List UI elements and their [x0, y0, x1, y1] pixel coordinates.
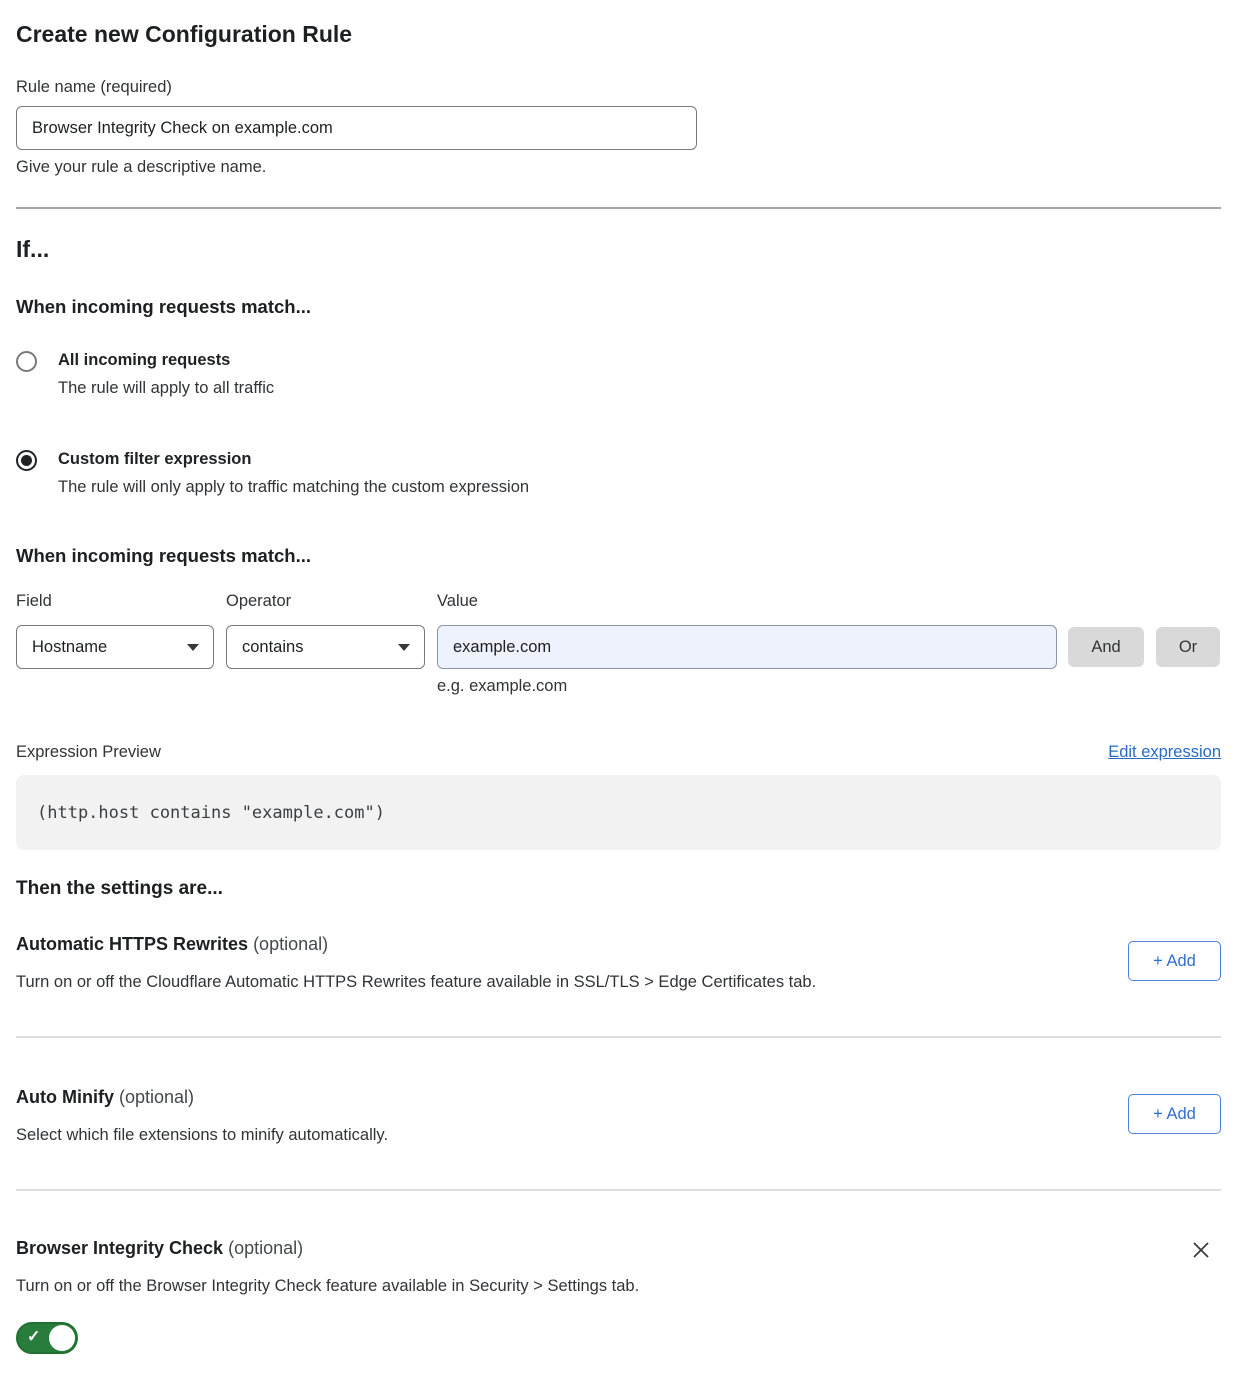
close-icon[interactable]	[1189, 1239, 1213, 1263]
value-input[interactable]	[437, 625, 1057, 669]
value-help: e.g. example.com	[437, 677, 1057, 696]
toggle-knob	[49, 1325, 75, 1351]
setting-title: Auto Minify (optional)	[16, 1086, 388, 1108]
match-heading: When incoming requests match...	[16, 295, 1221, 318]
rule-name-label: Rule name (required)	[16, 78, 1221, 97]
check-icon: ✓	[27, 1329, 40, 1345]
or-button[interactable]: Or	[1156, 627, 1220, 667]
rule-name-input[interactable]	[16, 106, 697, 150]
settings-heading: Then the settings are...	[16, 877, 1221, 900]
setting-title-text: Automatic HTTPS Rewrites	[16, 934, 248, 954]
operator-select-value: contains	[242, 638, 303, 657]
setting-auto-minify: Auto Minify (optional) Select which file…	[16, 1086, 1221, 1145]
create-configuration-rule-form: Create new Configuration Rule Rule name …	[0, 0, 1237, 1373]
page-title: Create new Configuration Rule	[16, 20, 1221, 48]
operator-select[interactable]: contains	[226, 625, 425, 669]
setting-title: Browser Integrity Check (optional)	[16, 1237, 639, 1259]
field-label: Field	[16, 591, 214, 611]
radio-option-all-incoming-requests[interactable]: All incoming requests The rule will appl…	[16, 350, 1221, 399]
radio-description: The rule will only apply to traffic matc…	[58, 477, 529, 498]
setting-optional-text: (optional)	[253, 934, 328, 954]
expression-builder-row: Field Hostname Operator contains Value e…	[16, 591, 1221, 696]
setting-title-text: Auto Minify	[16, 1087, 114, 1107]
expression-builder-heading: When incoming requests match...	[16, 544, 1221, 567]
expression-preview-code: (http.host contains "example.com")	[16, 775, 1221, 850]
radio-icon-unselected[interactable]	[16, 351, 37, 372]
if-heading: If...	[16, 235, 1221, 263]
expression-preview-label: Expression Preview	[16, 742, 161, 763]
edit-expression-link[interactable]: Edit expression	[1108, 742, 1221, 763]
setting-browser-integrity-check: Browser Integrity Check (optional) Turn …	[16, 1237, 1221, 1354]
rule-name-help: Give your rule a descriptive name.	[16, 158, 1221, 177]
setting-description: Turn on or off the Browser Integrity Che…	[16, 1276, 639, 1296]
setting-divider	[16, 1036, 1221, 1038]
radio-description: The rule will apply to all traffic	[58, 378, 274, 399]
setting-title: Automatic HTTPS Rewrites (optional)	[16, 933, 816, 955]
setting-description: Select which file extensions to minify a…	[16, 1125, 388, 1145]
browser-integrity-check-toggle[interactable]: ✓	[16, 1322, 78, 1354]
add-automatic-https-rewrites-button[interactable]: + Add	[1128, 941, 1221, 981]
radio-option-custom-filter-expression[interactable]: Custom filter expression The rule will o…	[16, 449, 1221, 498]
field-select[interactable]: Hostname	[16, 625, 214, 669]
setting-description: Turn on or off the Cloudflare Automatic …	[16, 972, 816, 992]
chevron-down-icon	[187, 644, 199, 651]
expression-code-text: (http.host contains "example.com")	[37, 803, 385, 823]
operator-label: Operator	[226, 591, 425, 611]
setting-automatic-https-rewrites: Automatic HTTPS Rewrites (optional) Turn…	[16, 933, 1221, 992]
radio-icon-selected[interactable]	[16, 450, 37, 471]
radio-label: All incoming requests	[58, 350, 274, 371]
setting-optional-text: (optional)	[228, 1238, 303, 1258]
setting-title-text: Browser Integrity Check	[16, 1238, 223, 1258]
radio-label: Custom filter expression	[58, 449, 529, 470]
field-select-value: Hostname	[32, 638, 107, 657]
setting-optional-text: (optional)	[119, 1087, 194, 1107]
chevron-down-icon	[398, 644, 410, 651]
section-divider	[16, 207, 1221, 209]
value-label: Value	[437, 591, 1057, 611]
add-auto-minify-button[interactable]: + Add	[1128, 1094, 1221, 1134]
expression-preview-header: Expression Preview Edit expression	[16, 742, 1221, 763]
and-button[interactable]: And	[1068, 627, 1144, 667]
setting-divider	[16, 1189, 1221, 1191]
